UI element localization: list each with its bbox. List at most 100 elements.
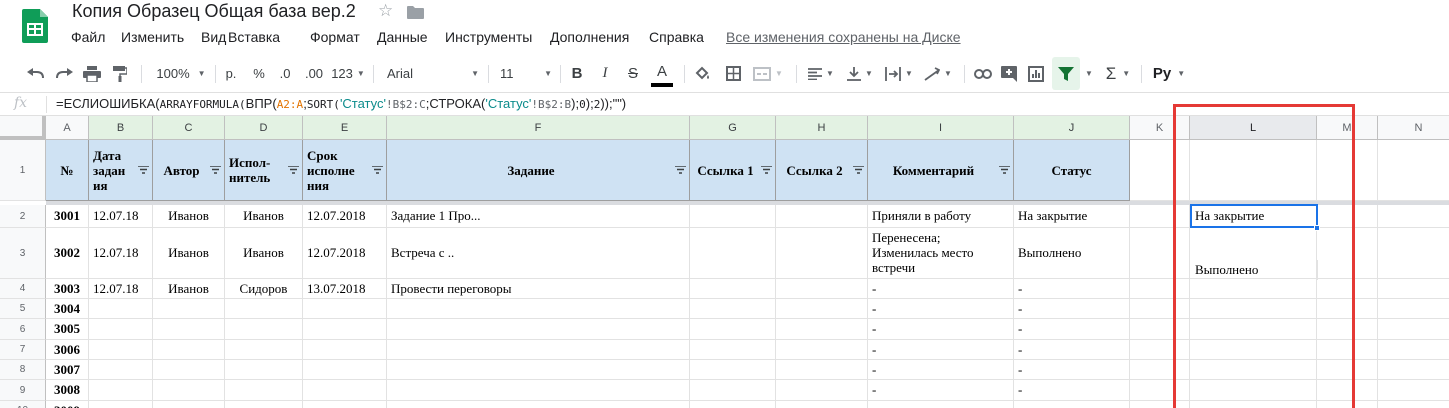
cell[interactable]: -	[868, 299, 1014, 319]
cell[interactable]	[1378, 228, 1449, 279]
cell[interactable]: 12.07.18	[89, 279, 153, 299]
column-header-c[interactable]: C	[153, 116, 225, 140]
column-header-g[interactable]: G	[690, 116, 776, 140]
column-header-i[interactable]: I	[868, 116, 1014, 140]
menu-format[interactable]: Формат	[310, 29, 360, 45]
column-header-f[interactable]: F	[387, 116, 690, 140]
cell[interactable]	[225, 360, 303, 380]
undo-button[interactable]	[24, 57, 48, 90]
insert-comment-button[interactable]	[998, 57, 1020, 90]
cell[interactable]	[776, 228, 868, 279]
menu-addons[interactable]: Дополнения	[550, 29, 629, 45]
cell[interactable]	[303, 319, 387, 340]
cell[interactable]	[303, 401, 387, 408]
cell[interactable]	[225, 380, 303, 401]
cell[interactable]: 12.07.18	[89, 205, 153, 228]
cell[interactable]	[690, 340, 776, 360]
cell[interactable]: -	[868, 380, 1014, 401]
cell[interactable]: Сидоров	[225, 279, 303, 299]
row-header-5[interactable]: 5	[0, 299, 46, 319]
cell[interactable]	[1378, 360, 1449, 380]
cell[interactable]: Приняли в работу	[868, 205, 1014, 228]
cell[interactable]: 12.07.2018	[303, 205, 387, 228]
merge-cells-button[interactable]: ▼	[750, 57, 786, 90]
menu-insert[interactable]: Вставка	[228, 29, 280, 45]
column-filter-icon[interactable]	[853, 166, 864, 174]
header-cell[interactable]: Срок исполне ния	[303, 140, 387, 201]
cell[interactable]: На закрытие	[1014, 205, 1130, 228]
column-header-b[interactable]: B	[89, 116, 153, 140]
column-filter-icon[interactable]	[999, 166, 1010, 174]
cell[interactable]	[1378, 401, 1449, 408]
cell[interactable]	[776, 360, 868, 380]
horizontal-align-button[interactable]: ▼	[804, 57, 838, 90]
column-filter-icon[interactable]	[372, 166, 383, 174]
cell[interactable]: Иванов	[225, 205, 303, 228]
cell[interactable]: 13.07.2018	[303, 279, 387, 299]
row-number-cell[interactable]: 3007	[46, 360, 89, 380]
column-header-n[interactable]: N	[1378, 116, 1449, 140]
row-header-4[interactable]: 4	[0, 279, 46, 299]
cell[interactable]	[387, 380, 690, 401]
cell[interactable]	[303, 380, 387, 401]
font-size-select[interactable]: 11 ▼	[500, 57, 552, 90]
folder-icon[interactable]	[407, 6, 424, 19]
cell[interactable]: -	[1014, 279, 1130, 299]
cell[interactable]: -	[1014, 360, 1130, 380]
text-rotation-button[interactable]: ▼	[921, 57, 955, 90]
menu-edit[interactable]: Изменить	[121, 29, 184, 45]
column-filter-icon[interactable]	[288, 166, 299, 174]
cell[interactable]	[225, 340, 303, 360]
column-filter-icon[interactable]	[138, 166, 149, 174]
cell[interactable]: Перенесена; Изменилась место встречи	[868, 228, 1014, 279]
cell[interactable]: -	[868, 401, 1014, 408]
row-header-6[interactable]: 6	[0, 319, 46, 340]
row-number-cell[interactable]: 3003	[46, 279, 89, 299]
increase-decimals-button[interactable]: .00	[302, 57, 326, 90]
column-header-e[interactable]: E	[303, 116, 387, 140]
cell[interactable]: -	[868, 279, 1014, 299]
cell[interactable]	[690, 279, 776, 299]
cell[interactable]: -	[1014, 380, 1130, 401]
cell[interactable]	[89, 340, 153, 360]
row-number-cell[interactable]: 3006	[46, 340, 89, 360]
font-family-select[interactable]: Arial ▼	[387, 57, 479, 90]
row-header-3[interactable]: 3	[0, 228, 46, 279]
header-cell[interactable]: Испол- нитель	[225, 140, 303, 201]
cell[interactable]: -	[868, 360, 1014, 380]
borders-button[interactable]	[722, 57, 744, 90]
cell[interactable]	[776, 299, 868, 319]
cell[interactable]	[303, 340, 387, 360]
cell[interactable]	[153, 319, 225, 340]
vertical-align-button[interactable]: ▼	[843, 57, 877, 90]
cell[interactable]: Иванов	[153, 228, 225, 279]
cell[interactable]	[89, 360, 153, 380]
cell[interactable]: -	[1014, 299, 1130, 319]
cell[interactable]	[690, 380, 776, 401]
cell[interactable]	[153, 401, 225, 408]
cell[interactable]	[1378, 205, 1449, 228]
cell[interactable]: Выполнено	[1014, 228, 1130, 279]
insert-link-button[interactable]	[972, 57, 994, 90]
cell[interactable]: Задание 1 Про...	[387, 205, 690, 228]
cell[interactable]	[690, 205, 776, 228]
header-cell[interactable]: Автор	[153, 140, 225, 201]
column-header-j[interactable]: J	[1014, 116, 1130, 140]
cell[interactable]	[690, 360, 776, 380]
cell[interactable]: -	[868, 319, 1014, 340]
cell[interactable]	[303, 360, 387, 380]
row-header-8[interactable]: 8	[0, 360, 46, 380]
save-status-link[interactable]: Все изменения сохранены на Диске	[726, 29, 961, 45]
cell[interactable]: Иванов	[153, 279, 225, 299]
cell[interactable]	[89, 299, 153, 319]
fill-color-button[interactable]	[692, 57, 714, 90]
functions-button[interactable]: Σ ▼	[1100, 57, 1136, 90]
menu-data[interactable]: Данные	[377, 29, 428, 45]
cell[interactable]	[1378, 340, 1449, 360]
cell[interactable]	[776, 279, 868, 299]
italic-button[interactable]: I	[596, 57, 614, 90]
text-wrapping-button[interactable]: ▼	[882, 57, 916, 90]
cell[interactable]	[387, 401, 690, 408]
cell[interactable]	[776, 319, 868, 340]
cell[interactable]	[387, 360, 690, 380]
